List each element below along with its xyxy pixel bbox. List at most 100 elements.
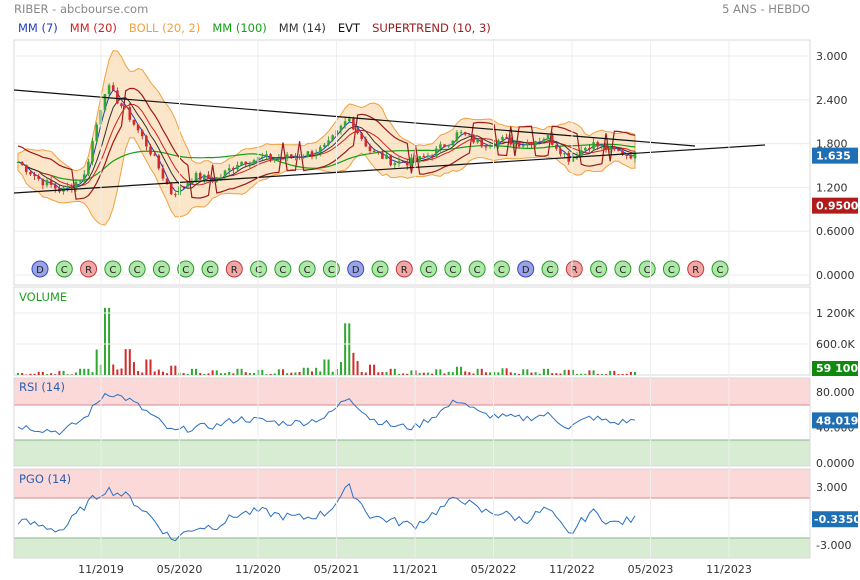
volume-bar [567,369,570,375]
candle-body [33,174,36,177]
volume-bar [422,372,425,375]
volume-bar [634,371,636,375]
volume-bar [406,373,409,375]
legend-item-4: MM (14) [279,21,326,35]
volume-bar [584,373,587,375]
event-marker-label: C [134,265,141,276]
volume-bar [37,371,40,375]
candle-body [488,145,492,147]
pgo-y-tick-label: 3.000 [816,481,848,494]
volume-bar [389,368,392,375]
event-marker-label: C [668,265,675,276]
volume-bar [302,367,305,375]
last-volume-value: 59 100 [816,362,858,375]
candle-body [447,145,450,147]
volume-bar [45,374,48,375]
volume-bar [625,374,628,375]
candle-body [298,156,301,158]
x-tick-label: 11/2020 [235,563,281,576]
candle-body [49,180,53,185]
event-marker-label: R [401,265,408,276]
candle-body [592,142,595,149]
candle-body [356,129,359,134]
candle-body [53,184,57,189]
event-marker-label: C [425,265,432,276]
volume-y-tick-label: 1 200K [816,307,855,320]
volume-bar [174,365,177,375]
volume-bar [311,371,314,375]
candle-body [182,186,185,188]
volume-bar [435,369,438,375]
volume-bars [17,307,636,375]
event-marker-label: C [717,265,724,276]
volume-bar [141,372,144,375]
volume-bar [530,372,533,375]
rsi-y-tick-label: 0.0000 [816,457,855,470]
candle-body [248,163,252,165]
legend-item-1: MM (20) [70,21,117,35]
candle-body [132,119,136,125]
volume-bar [244,372,247,375]
volume-bar [103,307,106,375]
volume-bar [480,368,483,375]
candle-body [352,118,355,130]
volume-bar [137,370,140,375]
pgo-upper-zone [14,469,810,498]
candle-body [385,154,388,159]
candle-body [323,144,326,147]
candle-body [472,134,475,143]
candle-body [608,146,612,151]
low-price-value: 0.9500 [816,200,859,213]
x-axis: 11/2019 05/2020 11/2020 05/2021 11/2021 05/20… [78,40,752,576]
volume-bar [240,368,243,375]
volume-bar [294,372,297,375]
volume-bar [460,366,463,375]
volume-bar [505,368,508,375]
candle-body [149,146,152,155]
x-tick-label: 11/2021 [392,563,438,576]
volume-bar [215,370,218,375]
candle-body [434,148,438,157]
volume-bar [364,372,367,375]
x-tick-label: 05/2020 [157,563,203,576]
volume-bar [232,373,235,375]
candle-body [252,160,256,164]
pgo-panel: PGO (14) 3.000 -3.000 -0.3350 [13,468,860,559]
x-tick-label: 11/2022 [549,563,595,576]
candle-body [600,145,604,147]
volume-bar [542,368,545,375]
candle-body [476,139,479,143]
candle-body [120,103,123,107]
volume-bar [161,371,164,375]
candle-body [459,132,463,134]
candle-body [223,170,227,178]
candle-body [16,161,20,163]
event-marker-label: C [595,265,602,276]
rsi-label: RSI (14) [19,380,65,394]
candle-body [314,152,318,156]
candle-body [596,142,600,147]
candle-body [78,181,82,183]
volume-bar [455,366,458,375]
volume-bar [91,372,94,375]
chart-period: 5 ANS - HEBDO [722,2,810,16]
candle-body [87,161,90,175]
x-tick-label: 05/2023 [628,563,674,576]
x-tick-label: 05/2021 [314,563,360,576]
candle-body [136,124,140,131]
price-y-tick-label: 0.6000 [816,225,855,238]
indicator-legend: MM (7) MM (20) BOLL (20, 2) MM (100) MM (14)… [18,21,491,35]
candle-body [410,157,413,166]
candle-body [439,144,442,149]
volume-bar [629,371,632,375]
volume-bar [87,368,90,375]
volume-bar [224,373,227,375]
event-marker-label: C [207,265,214,276]
price-y-tick-label: 3.000 [816,50,848,63]
event-marker-label: D [36,265,44,276]
rsi-oversold-zone [14,440,810,466]
candle-body [468,134,471,136]
legend-item-5: EVT [338,21,361,35]
candle-body [463,132,467,135]
volume-bar [377,372,380,375]
